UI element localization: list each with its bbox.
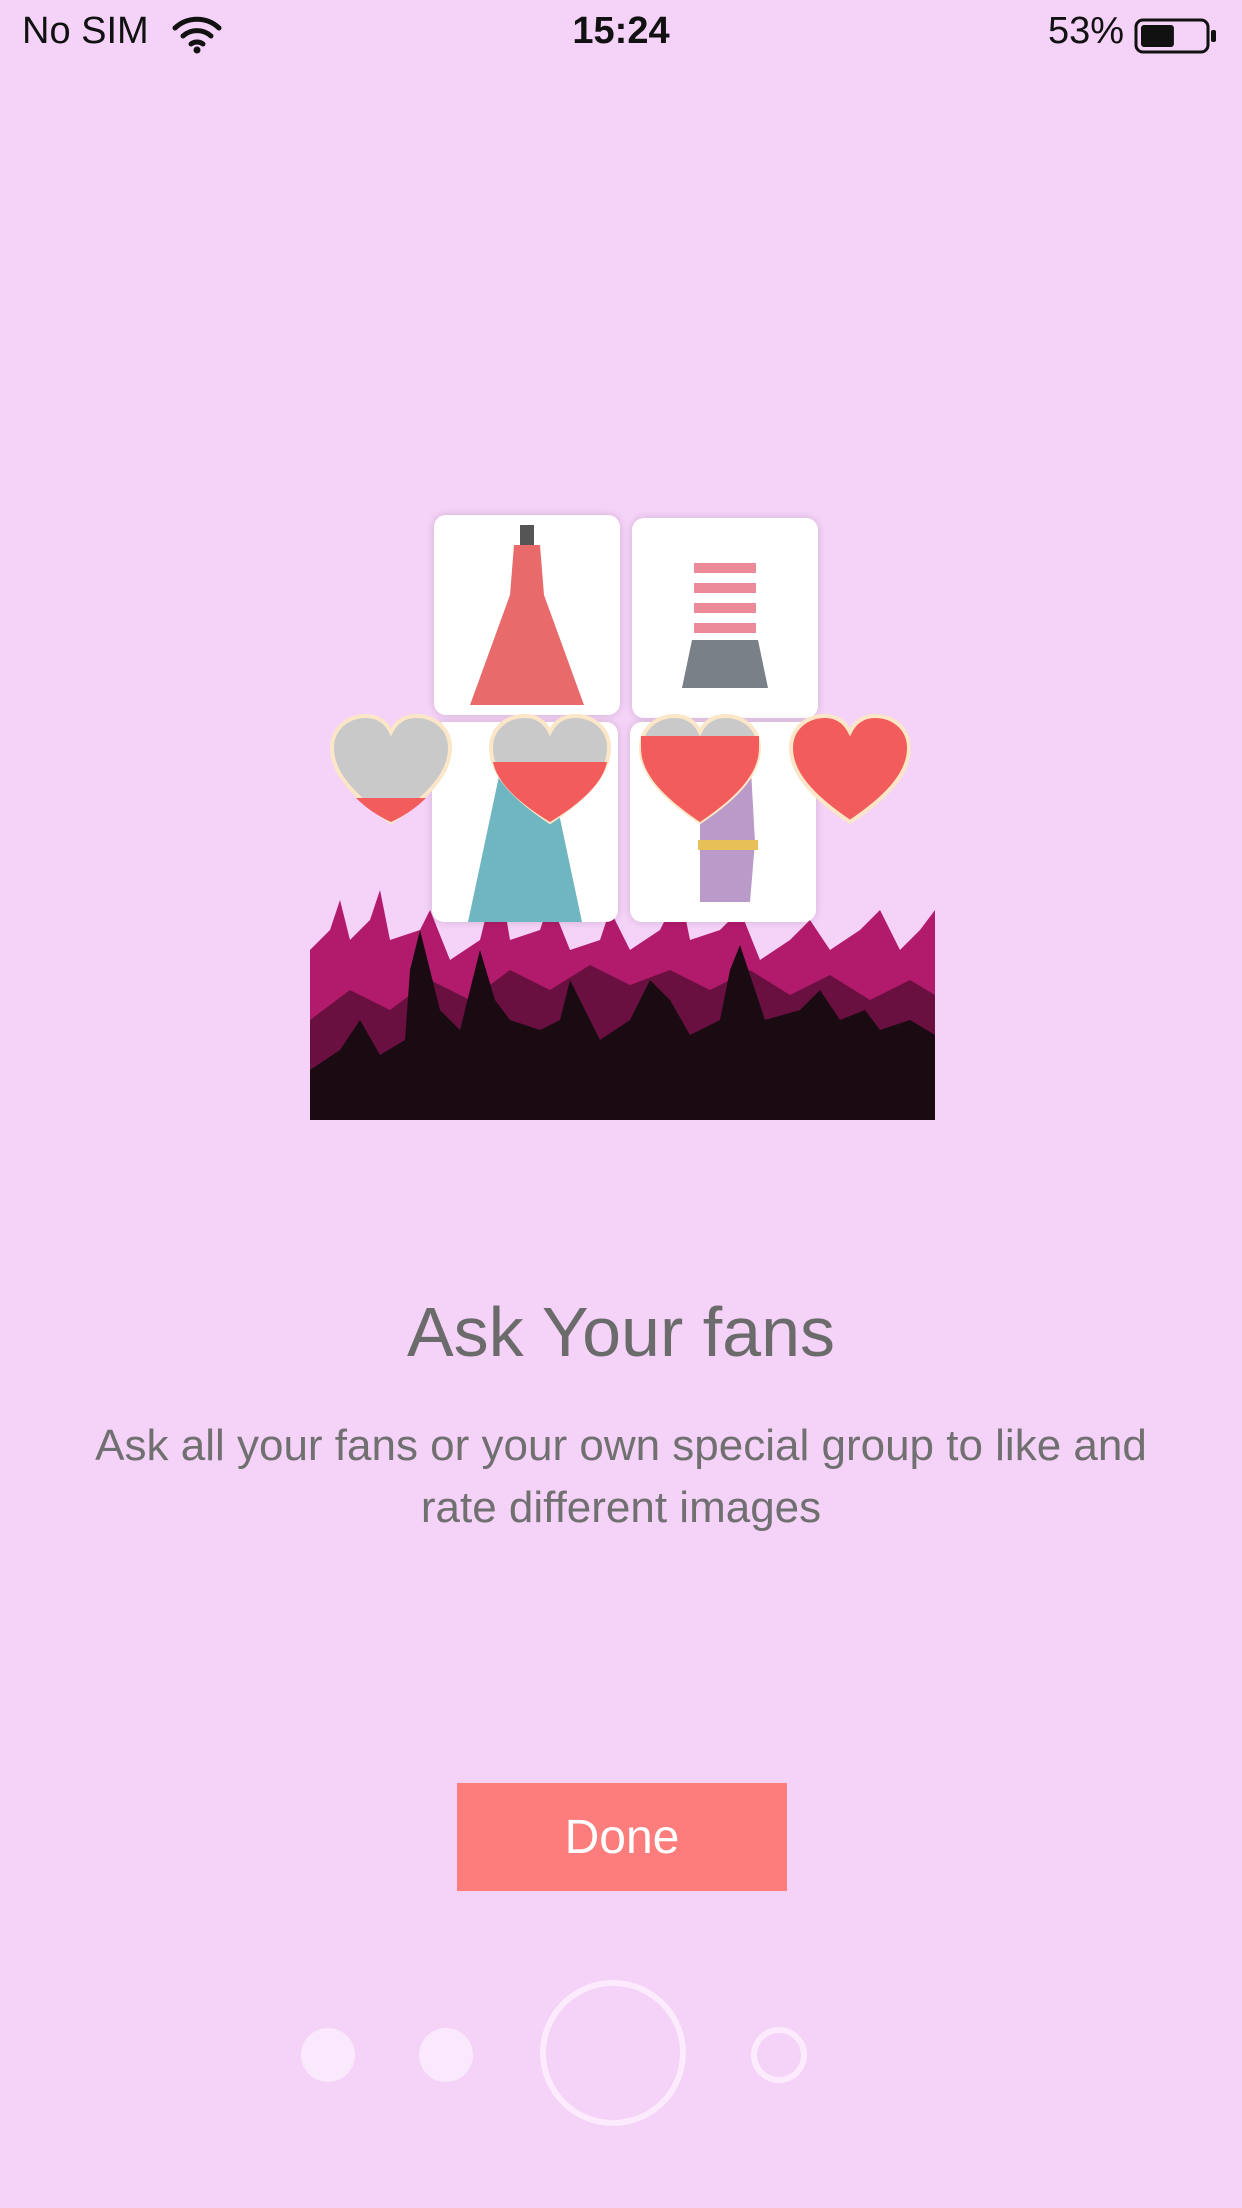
- dress-icon: [682, 558, 768, 688]
- page-indicator[interactable]: [0, 1975, 1242, 2135]
- page-dot-current[interactable]: [540, 1980, 686, 2126]
- page-dot-1[interactable]: [301, 2028, 355, 2082]
- dress-card-2: [632, 518, 818, 718]
- page-title: Ask Your fans: [406, 1293, 836, 1371]
- status-bar: No SIM 15:24 53%: [0, 0, 1242, 70]
- dress-icon: [470, 525, 584, 705]
- battery-icon: [1134, 18, 1216, 54]
- heart-icon: [488, 713, 612, 825]
- page-description: Ask all your fans or your own special gr…: [95, 1421, 1147, 1532]
- battery-percentage: 53%: [1047, 10, 1124, 52]
- heart-icon: [329, 713, 453, 825]
- onboarding-illustration: [310, 510, 935, 1120]
- dress-card-1: [434, 515, 620, 715]
- heart-icon: [638, 713, 762, 825]
- page-dot-2[interactable]: [419, 2028, 473, 2082]
- heart-icon: [788, 713, 912, 825]
- page-dot-4[interactable]: [751, 2027, 807, 2083]
- done-button[interactable]: Done: [457, 1783, 787, 1891]
- crowd-silhouette: [310, 880, 935, 1120]
